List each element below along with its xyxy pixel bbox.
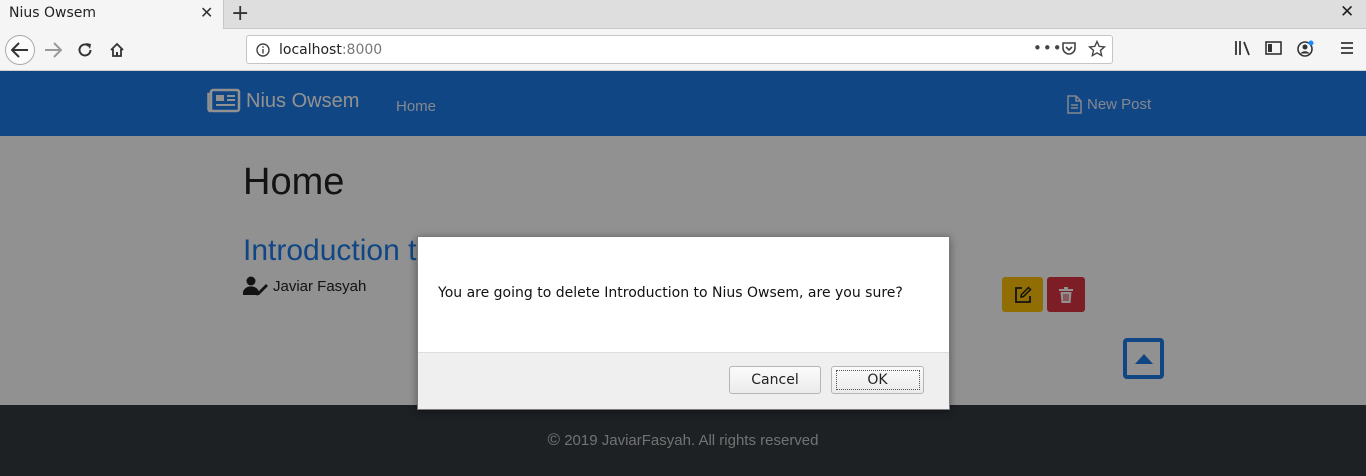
- reload-icon: [78, 43, 92, 57]
- arrow-right-icon: [45, 42, 62, 58]
- library-icon[interactable]: [1234, 40, 1252, 56]
- sidebar-icon[interactable]: [1265, 40, 1283, 56]
- window-close-button[interactable]: ✕: [1340, 2, 1354, 22]
- address-bar[interactable]: localhost:8000 •••: [246, 35, 1113, 64]
- dialog-footer: Cancel OK: [418, 352, 949, 409]
- new-tab-button[interactable]: +: [231, 0, 249, 27]
- arrow-left-icon: [11, 42, 28, 58]
- tab-close-icon[interactable]: ✕: [200, 3, 213, 22]
- home-button[interactable]: [102, 35, 132, 65]
- info-icon[interactable]: [256, 43, 270, 57]
- browser-tab[interactable]: Nius Owsem ✕: [0, 0, 224, 29]
- account-icon[interactable]: [1297, 40, 1315, 58]
- tab-title: Nius Owsem: [9, 5, 96, 21]
- cancel-button[interactable]: Cancel: [729, 366, 821, 394]
- reload-button[interactable]: [70, 35, 100, 65]
- menu-icon[interactable]: [1339, 40, 1355, 56]
- pocket-icon[interactable]: [1061, 41, 1077, 57]
- ok-button[interactable]: OK: [831, 366, 924, 394]
- confirm-dialog: You are going to delete Introduction to …: [417, 236, 950, 410]
- bookmark-star-icon[interactable]: [1088, 40, 1106, 58]
- home-icon: [110, 42, 124, 57]
- url-text[interactable]: localhost:8000: [279, 42, 382, 58]
- tab-strip: Nius Owsem ✕ + ✕: [0, 0, 1366, 29]
- back-button[interactable]: [5, 35, 35, 65]
- forward-button[interactable]: [38, 35, 68, 65]
- browser-toolbar: localhost:8000 •••: [0, 29, 1366, 71]
- dialog-message: You are going to delete Introduction to …: [438, 285, 903, 301]
- page-actions-icon[interactable]: •••: [1033, 39, 1063, 57]
